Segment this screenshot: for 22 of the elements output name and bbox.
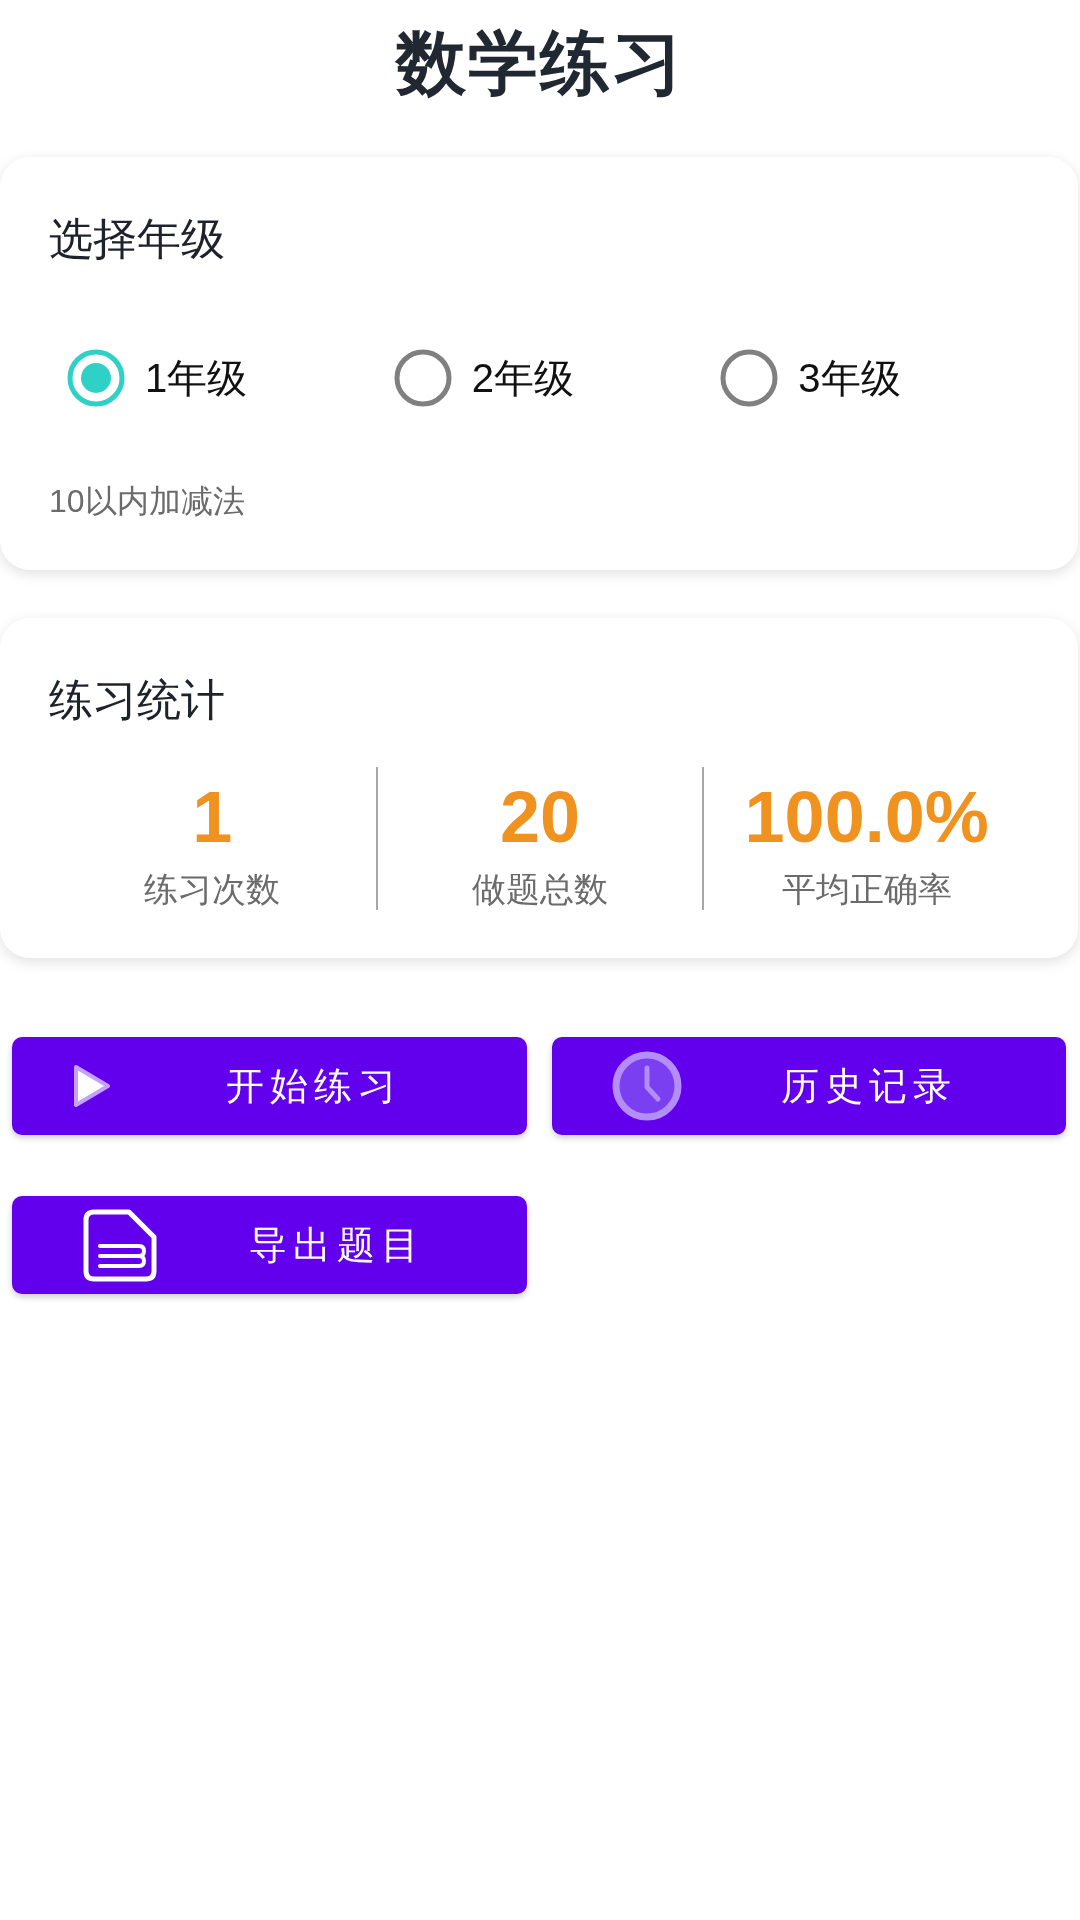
stat-label: 做题总数 xyxy=(472,869,608,910)
export-button[interactable]: 导出题目 xyxy=(12,1196,527,1294)
stat-value: 1 xyxy=(192,777,233,857)
page-title: 数学练习 xyxy=(396,28,684,98)
radio-button-icon[interactable] xyxy=(393,349,452,407)
radio-button-icon[interactable] xyxy=(67,349,125,407)
stat-label: 练习次数 xyxy=(144,869,281,910)
document-icon xyxy=(83,1208,157,1282)
stat-value: 20 xyxy=(499,777,581,857)
history-button[interactable]: 历史记录 xyxy=(551,1037,1066,1135)
play-icon xyxy=(72,1063,112,1109)
card-title: 选择年级 xyxy=(49,213,225,265)
stat-value: 100.0% xyxy=(744,777,989,857)
clock-icon xyxy=(611,1051,682,1121)
grade-option[interactable]: 2年级 xyxy=(393,349,574,407)
card-title: 练习统计 xyxy=(49,674,225,726)
start-practice-button[interactable]: 开始练习 xyxy=(12,1037,527,1135)
grade-option[interactable]: 3年级 xyxy=(720,349,901,407)
grade-description: 10以内加减法 xyxy=(49,482,245,521)
grade-option[interactable]: 1年级 xyxy=(67,349,248,407)
stat-label: 平均正确率 xyxy=(781,869,952,910)
radio-button-icon[interactable] xyxy=(720,349,779,407)
